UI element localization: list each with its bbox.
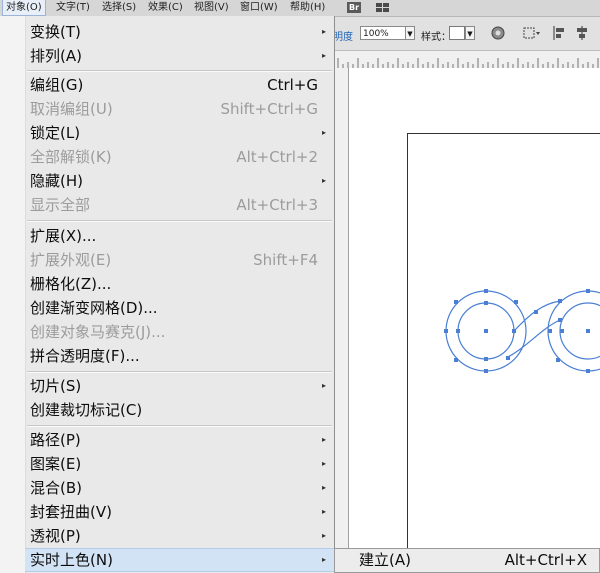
graphic-style-swatch[interactable] (449, 26, 465, 40)
menu-window[interactable]: 窗口(W) (237, 0, 281, 16)
submenu-arrow-icon: ▸ (321, 435, 326, 444)
menu-item-lock[interactable]: 锁定(L) ▸ (25, 121, 334, 145)
align-left-icon[interactable] (552, 25, 568, 41)
menu-item-transform[interactable]: 变换(T) ▸ (25, 20, 334, 44)
shortcut-label: Shift+F4 (253, 251, 318, 269)
menu-separator (27, 371, 332, 373)
menu-select[interactable]: 选择(S) (99, 0, 139, 16)
menu-item-flatten-transparency[interactable]: 拼合透明度(F)... (25, 344, 334, 368)
submenu-arrow-icon: ▸ (321, 459, 326, 468)
menu-item-expand[interactable]: 扩展(X)... (25, 224, 334, 248)
menu-view[interactable]: 视图(V) (191, 0, 232, 16)
menu-item-blend[interactable]: 混合(B) ▸ (25, 476, 334, 500)
menu-bar: 对象(O) 文字(T) 选择(S) 效果(C) 视图(V) 窗口(W) 帮助(H… (0, 0, 600, 17)
menu-text[interactable]: 文字(T) (53, 0, 93, 16)
menu-object[interactable]: 对象(O) (2, 0, 46, 16)
menu-separator (27, 70, 332, 72)
submenu-arrow-icon: ▸ (321, 507, 326, 516)
bridge-button[interactable]: Br (347, 2, 361, 13)
arrange-documents-icon[interactable] (375, 2, 391, 14)
submenu-arrow-icon: ▸ (321, 51, 326, 60)
live-paint-submenu: 建立(A) Alt+Ctrl+X (334, 548, 600, 573)
submenu-arrow-icon: ▸ (321, 555, 326, 564)
shortcut-label: Alt+Ctrl+2 (236, 148, 318, 166)
submenu-arrow-icon: ▸ (321, 27, 326, 36)
menu-item-pattern[interactable]: 图案(E) ▸ (25, 452, 334, 476)
align-to-icon[interactable] (522, 25, 542, 41)
object-menu-dropdown: 变换(T) ▸ 排列(A) ▸ 编组(G) Ctrl+G 取消编组(U) Shi… (0, 16, 335, 573)
menu-item-live-paint[interactable]: 实时上色(N) ▸ (25, 548, 334, 572)
menu-item-show-all: 显示全部 Alt+Ctrl+3 (25, 193, 334, 217)
submenu-arrow-icon: ▸ (321, 531, 326, 540)
menu-item-slice[interactable]: 切片(S) ▸ (25, 374, 334, 398)
opacity-label[interactable]: 明度 (333, 28, 353, 43)
menu-item-unlock-all: 全部解锁(K) Alt+Ctrl+2 (25, 145, 334, 169)
menu-item-group[interactable]: 编组(G) Ctrl+G (25, 73, 334, 97)
menu-item-perspective[interactable]: 透视(P) ▸ (25, 524, 334, 548)
menu-icon-gutter (0, 16, 26, 573)
menu-item-create-trim-marks[interactable]: 创建裁切标记(C) (25, 398, 334, 422)
menu-separator (27, 220, 332, 222)
menu-item-envelope-distort[interactable]: 封套扭曲(V) ▸ (25, 500, 334, 524)
submenu-item-make[interactable]: 建立(A) Alt+Ctrl+X (335, 549, 600, 572)
menu-item-path[interactable]: 路径(P) ▸ (25, 428, 334, 452)
menu-item-expand-appearance: 扩展外观(E) Shift+F4 (25, 248, 334, 272)
shortcut-label: Shift+Ctrl+G (220, 100, 318, 118)
submenu-arrow-icon: ▸ (321, 483, 326, 492)
vertical-ruler (334, 68, 349, 573)
opacity-dropdown-icon[interactable]: ▼ (405, 26, 415, 40)
menu-item-hide[interactable]: 隐藏(H) ▸ (25, 169, 334, 193)
submenu-arrow-icon: ▸ (321, 128, 326, 137)
recolor-artwork-icon[interactable] (490, 25, 506, 41)
submenu-arrow-icon: ▸ (321, 381, 326, 390)
menu-effect[interactable]: 效果(C) (145, 0, 186, 16)
shortcut-label: Ctrl+G (267, 76, 318, 94)
submenu-arrow-icon: ▸ (321, 176, 326, 185)
shortcut-label: Alt+Ctrl+3 (236, 196, 318, 214)
shortcut-label: Alt+Ctrl+X (504, 551, 587, 569)
style-label: 样式： (421, 32, 451, 43)
horizontal-ruler (334, 51, 600, 69)
menu-item-rasterize[interactable]: 栅格化(Z)... (25, 272, 334, 296)
menu-separator (27, 425, 332, 427)
menu-item-ungroup: 取消编组(U) Shift+Ctrl+G (25, 97, 334, 121)
menu-item-arrange[interactable]: 排列(A) ▸ (25, 44, 334, 68)
menu-help[interactable]: 帮助(H) (287, 0, 328, 16)
menu-item-create-object-mosaic: 创建对象马赛克(J)... (30, 323, 166, 341)
style-dropdown-icon[interactable]: ▼ (465, 26, 475, 40)
menu-item-create-gradient-mesh[interactable]: 创建渐变网格(D)... (25, 296, 334, 320)
selected-infinity-artwork[interactable] (430, 278, 600, 388)
align-center-icon[interactable] (574, 25, 590, 41)
